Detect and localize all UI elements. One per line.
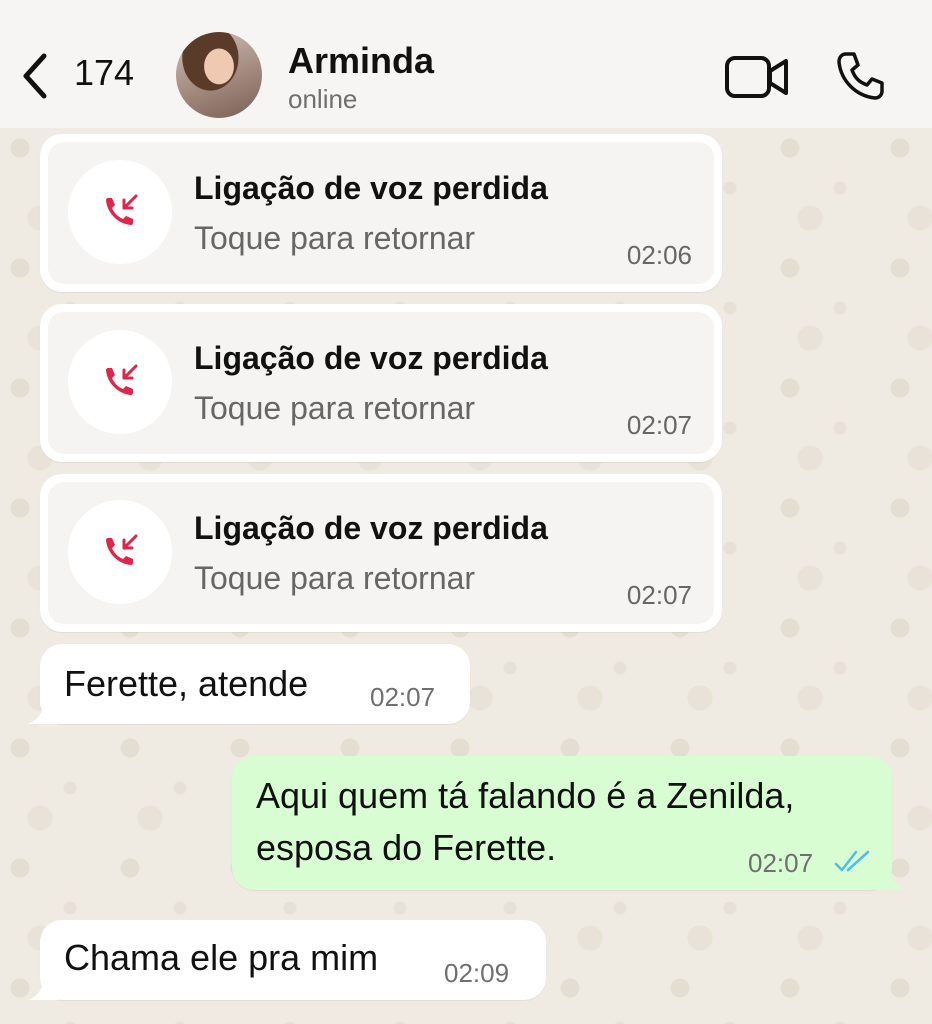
missed-call-icon-circle xyxy=(68,330,172,434)
avatar[interactable] xyxy=(176,32,262,118)
missed-call-title: Ligação de voz perdida xyxy=(194,510,548,546)
bubble-tail xyxy=(28,700,58,724)
message-time: 02:07 xyxy=(748,848,814,878)
missed-call-subtitle: Toque para retornar xyxy=(194,220,476,256)
contact-status: online xyxy=(288,84,358,114)
outgoing-message[interactable]: Aqui quem tá falando é a Zenilda, esposa… xyxy=(232,756,906,890)
missed-call-icon-circle xyxy=(68,160,172,264)
message-time: 02:09 xyxy=(444,958,510,988)
message-text: Chama ele pra mim xyxy=(64,937,379,978)
missed-call-icon xyxy=(106,534,138,565)
video-camera-icon xyxy=(725,56,788,98)
message-time: 02:06 xyxy=(626,240,692,270)
missed-call-title: Ligação de voz perdida xyxy=(194,170,548,206)
missed-call-title: Ligação de voz perdida xyxy=(194,340,548,376)
message-time: 02:07 xyxy=(626,580,692,610)
incoming-message[interactable]: Chama ele pra mim 02:09 xyxy=(28,920,546,1000)
message-text: Ferette, atende xyxy=(64,663,309,704)
message-text-line-2: esposa do Ferette. xyxy=(256,827,557,868)
incoming-message[interactable]: Ferette, atende 02:07 xyxy=(28,644,470,724)
bubble-tail xyxy=(28,976,58,1000)
double-check-read-icon xyxy=(834,850,870,872)
chevron-left-icon xyxy=(23,53,47,99)
missed-call-subtitle: Toque para retornar xyxy=(194,560,476,596)
chat-header: 174 Arminda online xyxy=(0,0,932,128)
bubble-tail xyxy=(876,866,906,890)
missed-call-card[interactable]: Ligação de voz perdida Toque para retorn… xyxy=(40,474,722,632)
missed-call-inner: Ligação de voz perdida Toque para retorn… xyxy=(48,312,714,454)
message-time: 02:07 xyxy=(370,682,436,712)
unread-count[interactable]: 174 xyxy=(74,52,134,94)
back-button[interactable] xyxy=(18,50,52,102)
missed-call-icon xyxy=(106,194,138,225)
video-call-button[interactable] xyxy=(724,54,790,100)
missed-call-card[interactable]: Ligação de voz perdida Toque para retorn… xyxy=(40,134,722,292)
phone-icon xyxy=(837,52,884,100)
missed-call-card[interactable]: Ligação de voz perdida Toque para retorn… xyxy=(40,304,722,462)
voice-call-button[interactable] xyxy=(834,50,886,102)
missed-call-icon-circle xyxy=(68,500,172,604)
message-time: 02:07 xyxy=(626,410,692,440)
message-text-line-1: Aqui quem tá falando é a Zenilda, xyxy=(256,775,795,816)
contact-name[interactable]: Arminda xyxy=(288,40,434,82)
missed-call-icon xyxy=(106,364,138,395)
missed-call-inner: Ligação de voz perdida Toque para retorn… xyxy=(48,142,714,284)
missed-call-inner: Ligação de voz perdida Toque para retorn… xyxy=(48,482,714,624)
missed-call-subtitle: Toque para retornar xyxy=(194,390,476,426)
